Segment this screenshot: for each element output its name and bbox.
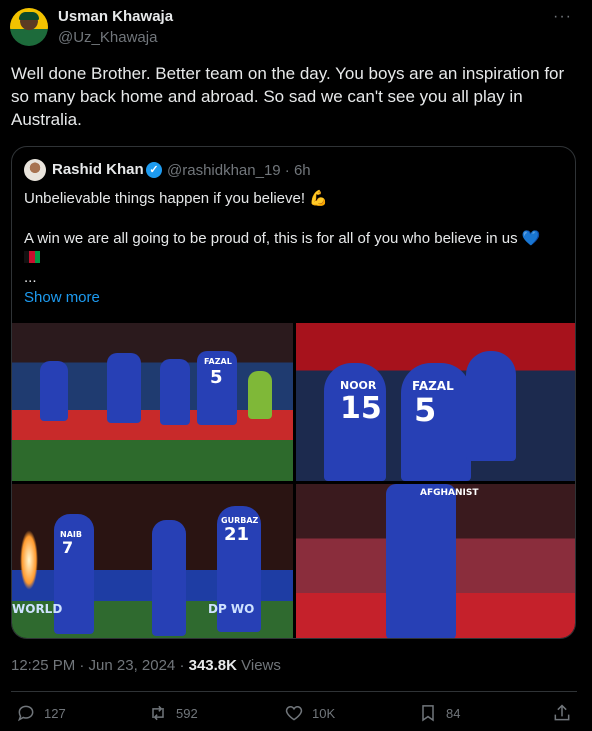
jersey-number: 7	[62, 538, 74, 557]
show-more-link[interactable]: Show more	[24, 289, 100, 306]
share-button[interactable]	[552, 703, 572, 723]
like-button[interactable]: 10K	[284, 703, 335, 723]
author-display-name[interactable]: Usman Khawaja	[58, 8, 173, 25]
author-handle[interactable]: @Uz_Khawaja	[58, 29, 157, 46]
jersey-number: 21	[224, 524, 250, 545]
quote-text-line2: A win we are all going to be proud of, t…	[24, 230, 541, 247]
board-text: WORLD	[12, 602, 63, 616]
action-bar: 127 592 10K 84	[0, 703, 592, 729]
quote-ellipsis: ...	[24, 269, 37, 286]
repost-icon	[152, 705, 164, 721]
tweet-text: Well done Brother. Better team on the da…	[11, 64, 565, 129]
tweet-timestamp[interactable]: 12:25 PM · Jun 23, 2024 ·	[11, 657, 189, 674]
tweet-metadata: 12:25 PM · Jun 23, 2024 · 343.8K Views	[11, 657, 281, 674]
bookmark-icon	[422, 705, 434, 722]
repost-count: 592	[176, 705, 198, 721]
jersey-name: AFGHANIST	[420, 488, 479, 498]
share-icon	[554, 704, 570, 721]
views-label: Views	[236, 657, 281, 674]
reply-button[interactable]: 127	[16, 703, 66, 723]
jersey-number: 5	[210, 367, 223, 388]
quoted-tweet[interactable]: Rashid Khan ✓ @rashidkhan_19 · 6h Unbeli…	[11, 146, 576, 639]
photo-3[interactable]: NAIB 7 GURBAZ 21 WORLD DP WO	[12, 484, 293, 638]
photo-4[interactable]: AFGHANIST	[296, 484, 575, 638]
verified-icon: ✓	[146, 162, 162, 178]
reply-icon	[17, 705, 34, 722]
repost-button[interactable]: 592	[148, 703, 198, 723]
reply-count: 127	[44, 705, 66, 721]
views-count: 343.8K	[188, 657, 237, 674]
tweet-header: Usman Khawaja @Uz_Khawaja ···	[0, 0, 592, 56]
photo-1[interactable]: FAZAL 5	[12, 323, 293, 481]
afghanistan-flag-icon	[24, 251, 40, 263]
board-text: DP WO	[208, 602, 255, 616]
jersey-name: FAZAL	[204, 357, 232, 366]
bookmark-button[interactable]: 84	[418, 703, 460, 723]
bookmark-count: 84	[446, 705, 461, 721]
like-count: 10K	[312, 705, 336, 721]
quote-author-name[interactable]: Rashid Khan	[52, 161, 144, 178]
jersey-number: 5	[414, 391, 437, 429]
jersey-number: 15	[340, 391, 382, 426]
photo-2[interactable]: NOOR 15 FAZAL 5	[296, 323, 575, 481]
quote-handle-time: @rashidkhan_19 · 6h	[167, 162, 311, 179]
quote-avatar[interactable]	[24, 159, 46, 181]
more-icon[interactable]: ···	[553, 8, 572, 26]
divider	[11, 691, 577, 692]
quote-text-line1: Unbelievable things happen if you believ…	[24, 190, 328, 207]
avatar[interactable]	[10, 8, 48, 46]
like-icon	[285, 705, 303, 721]
